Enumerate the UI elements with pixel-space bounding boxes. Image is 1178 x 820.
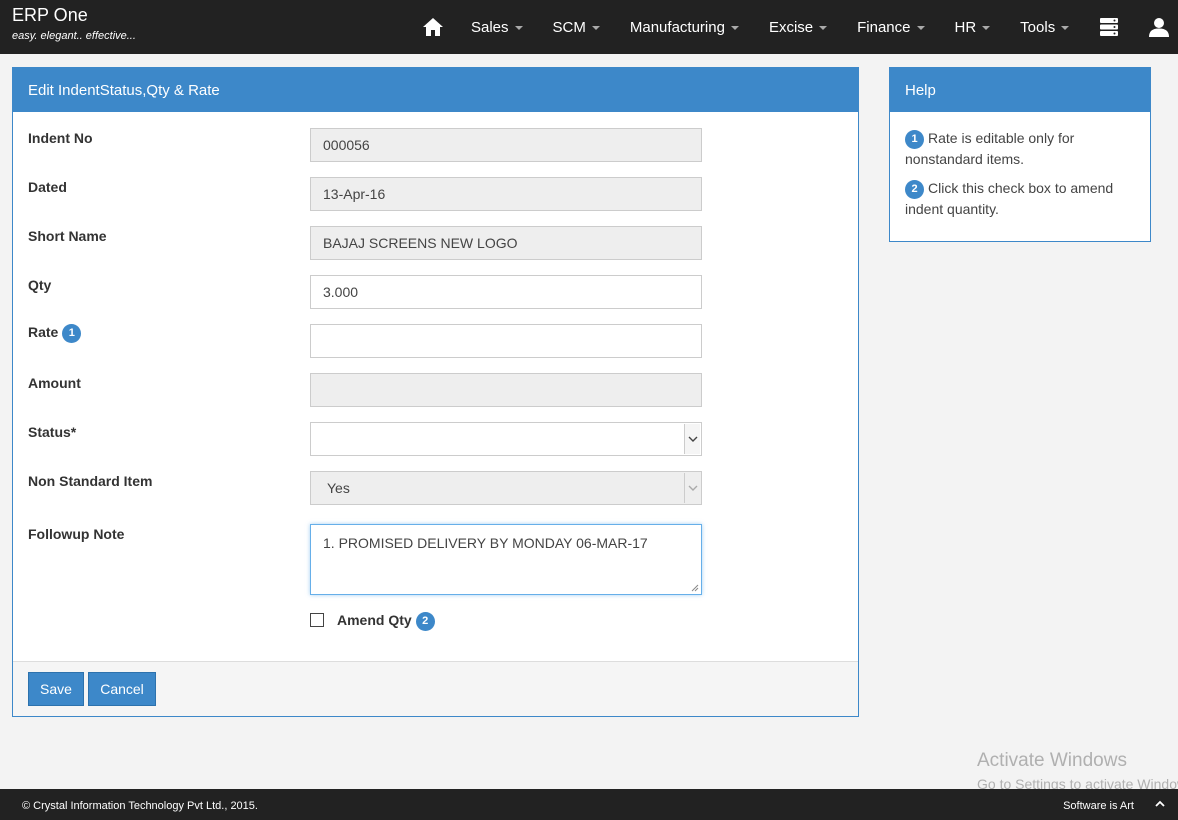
nav-finance[interactable]: Finance xyxy=(842,0,939,54)
nav-sales[interactable]: Sales xyxy=(456,0,538,54)
nav-finance-label: Finance xyxy=(857,18,911,36)
chevron-up-icon[interactable] xyxy=(1154,799,1166,809)
help-badge-2: 2 xyxy=(415,612,435,631)
help-item-2: 2 Click this check box to amend indent qu… xyxy=(905,178,1140,219)
help-title: Help xyxy=(890,68,1150,112)
database-icon xyxy=(1100,18,1119,36)
dated-label: Dated xyxy=(28,179,67,195)
footer-tagline: Software is Art xyxy=(1063,800,1134,812)
followup-text: 1. PROMISED DELIVERY BY MONDAY 06-MAR-17 xyxy=(323,535,648,551)
caret-down-icon xyxy=(1061,26,1070,30)
amend-qty-label: Amend Qty xyxy=(337,612,412,629)
cancel-button[interactable]: Cancel xyxy=(88,672,156,706)
help-item-1-text: Rate is editable only for nonstandard it… xyxy=(905,130,1075,167)
caret-down-icon xyxy=(819,26,828,30)
nav-hr-label: HR xyxy=(954,18,977,36)
top-navbar: ERP One easy. elegant.. effective... Sal… xyxy=(0,0,1178,54)
caret-down-icon xyxy=(916,26,925,30)
status-label: Status* xyxy=(28,424,77,440)
non-standard-value: Yes xyxy=(327,480,350,496)
select-arrow xyxy=(684,473,700,503)
nav-excise-label: Excise xyxy=(768,18,814,36)
short-name-field: BAJAJ SCREENS NEW LOGO xyxy=(310,226,702,260)
nav-scm-label: SCM xyxy=(552,18,586,36)
rate-label: Rate xyxy=(28,324,59,341)
nav-excise[interactable]: Excise xyxy=(754,0,842,54)
user-menu-button[interactable] xyxy=(1134,0,1178,54)
help-badge-1: 1 xyxy=(62,324,82,343)
select-arrow xyxy=(684,424,700,454)
rate-input[interactable] xyxy=(310,324,702,358)
indent-no-field: 000056 xyxy=(310,128,702,162)
help-panel: Help 1 Rate is editable only for nonstand… xyxy=(889,67,1151,242)
non-standard-label: Non Standard Item xyxy=(28,473,153,489)
caret-down-icon xyxy=(591,26,600,30)
main-nav: Sales SCM Manufacturing Excise Finance H… xyxy=(410,0,1178,54)
chevron-down-icon xyxy=(688,436,697,442)
nav-sales-label: Sales xyxy=(471,18,509,36)
indent-no-label: Indent No xyxy=(28,130,93,146)
help-badge-1: 1 xyxy=(905,129,924,149)
amend-qty-checkbox[interactable] xyxy=(310,613,324,627)
non-standard-select: Yes xyxy=(310,471,702,505)
short-name-label: Short Name xyxy=(28,228,107,244)
nav-scm[interactable]: SCM xyxy=(538,0,615,54)
home-button[interactable] xyxy=(410,0,456,54)
edit-panel: Edit IndentStatus,Qty & Rate Indent No 0… xyxy=(12,67,859,717)
caret-down-icon xyxy=(982,26,991,30)
help-item-1: 1 Rate is editable only for nonstandard i… xyxy=(905,128,1140,169)
nav-tools-label: Tools xyxy=(1020,18,1056,36)
database-button[interactable] xyxy=(1084,0,1134,54)
followup-textarea[interactable]: 1. PROMISED DELIVERY BY MONDAY 06-MAR-17 xyxy=(310,524,702,595)
amount-field xyxy=(310,373,702,407)
amount-label: Amount xyxy=(28,375,81,391)
activation-watermark: Activate Windows Go to Settings to activ… xyxy=(977,750,1178,792)
nav-manufacturing[interactable]: Manufacturing xyxy=(615,0,754,54)
save-button[interactable]: Save xyxy=(28,672,84,706)
help-item-2-text: Click this check box to amend indent qua… xyxy=(905,180,1114,217)
followup-label: Followup Note xyxy=(28,526,125,542)
qty-input[interactable]: 3.000 xyxy=(310,275,702,309)
nav-tools[interactable]: Tools xyxy=(1005,0,1084,54)
panel-footer: Save Cancel xyxy=(13,661,858,716)
status-select[interactable] xyxy=(310,422,702,456)
panel-title: Edit IndentStatus,Qty & Rate xyxy=(13,68,858,112)
help-badge-2: 2 xyxy=(905,179,924,199)
caret-down-icon xyxy=(730,26,739,30)
nav-manufacturing-label: Manufacturing xyxy=(629,18,725,36)
brand-tagline: easy. elegant.. effective... xyxy=(12,30,136,42)
dated-field: 13-Apr-16 xyxy=(310,177,702,211)
qty-label: Qty xyxy=(28,277,52,293)
amend-qty-label-wrap[interactable]: Amend Qty 2 xyxy=(337,612,435,631)
watermark-title: Activate Windows xyxy=(977,750,1127,771)
nav-hr[interactable]: HR xyxy=(940,0,1006,54)
caret-down-icon xyxy=(514,26,523,30)
user-icon xyxy=(1149,18,1170,37)
page-footer: © Crystal Information Technology Pvt Ltd… xyxy=(0,789,1178,820)
copyright-text: © Crystal Information Technology Pvt Ltd… xyxy=(22,800,258,812)
brand[interactable]: ERP One easy. elegant.. effective... xyxy=(12,6,136,42)
home-icon xyxy=(423,18,443,36)
resize-handle-icon[interactable] xyxy=(691,584,699,592)
rate-label-wrap: Rate 1 xyxy=(28,324,82,343)
brand-title: ERP One xyxy=(12,5,88,25)
chevron-down-icon xyxy=(688,485,697,491)
